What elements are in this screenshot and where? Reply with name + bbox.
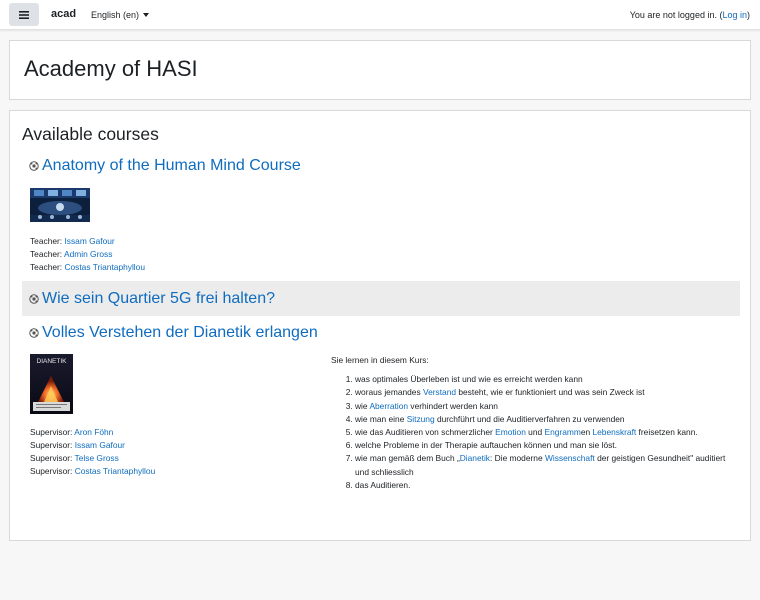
- summary-item: welche Probleme in der Therapie auftauch…: [355, 439, 731, 452]
- contact-row: Supervisor: Telse Gross: [30, 453, 119, 463]
- contact-link[interactable]: Costas Triantaphyllou: [64, 262, 145, 272]
- course-link[interactable]: Volles Verstehen der Dianetik erlangen: [42, 324, 318, 342]
- glossary-link[interactable]: Engramm: [545, 427, 581, 437]
- summary-intro: Sie lernen in diesem Kurs:: [331, 355, 429, 365]
- summary-item: wie das Auditieren von schmerzlicher Emo…: [355, 426, 731, 439]
- course-box: Anatomy of the Human Mind Course: [22, 150, 740, 182]
- course-image[interactable]: [30, 188, 90, 222]
- summary-text: und: [525, 427, 545, 438]
- glossary-link[interactable]: Emotion: [495, 427, 526, 437]
- summary-list: was optimales Überleben ist und wie es e…: [331, 373, 731, 492]
- section-heading: Available courses: [22, 124, 159, 144]
- hamburger-icon: [19, 10, 29, 19]
- contact-row: Supervisor: Issam Gafour: [30, 440, 125, 450]
- summary-text: verhindert werden kann: [408, 400, 498, 411]
- course-contacts: Supervisor: Aron Föhn Supervisor: Issam …: [30, 426, 155, 478]
- summary-text: woraus jemandes: [355, 387, 423, 398]
- summary-text: das Auditieren.: [355, 479, 411, 490]
- summary-item: woraus jemandes Verstand besteht, wie er…: [355, 386, 731, 399]
- summary-item: das Auditieren.: [355, 479, 731, 492]
- summary-text: wie das Auditieren von schmerzlicher: [355, 427, 496, 438]
- course-box: Wie sein Quartier 5G frei halten?: [22, 281, 740, 316]
- page-header: Academy of HASI: [9, 40, 751, 100]
- available-courses-region: Available courses Anatomy of the Human M…: [9, 110, 751, 541]
- contact-row: Teacher: Costas Triantaphyllou: [30, 262, 145, 272]
- glossary-link[interactable]: Lebenskraft: [592, 427, 636, 437]
- login-status-suffix: ): [747, 10, 750, 20]
- summary-text: durchführt und die Auditierverfahren zu …: [434, 413, 625, 424]
- site-brand[interactable]: acad: [51, 8, 76, 20]
- summary-text: was optimales Überleben ist und wie es e…: [355, 374, 583, 385]
- page-title: Academy of HASI: [24, 56, 198, 81]
- language-label: English (en): [91, 10, 140, 20]
- summary-item: was optimales Überleben ist und wie es e…: [355, 373, 731, 386]
- glossary-link[interactable]: Wissenschaft: [545, 453, 595, 463]
- glossary-link[interactable]: Sitzung: [407, 414, 435, 424]
- contact-link[interactable]: Issam Gafour: [75, 440, 125, 450]
- login-info: You are not logged in. (Log in): [630, 10, 750, 20]
- contact-link[interactable]: Issam Gafour: [64, 236, 114, 246]
- course-summary: Sie lernen in diesem Kurs: was optimales…: [331, 354, 731, 492]
- summary-text: welche Probleme in der Therapie auftauch…: [355, 440, 617, 451]
- drawer-toggle-button[interactable]: [9, 3, 39, 26]
- glossary-link[interactable]: Dianetik: [460, 453, 490, 463]
- login-status-text: You are not logged in. (: [629, 10, 723, 20]
- course-link[interactable]: Wie sein Quartier 5G frei halten?: [42, 290, 275, 308]
- contact-link[interactable]: Aron Föhn: [74, 427, 113, 437]
- summary-item: wie man gemäß dem Buch „Dianetik: Die mo…: [355, 452, 731, 478]
- contact-row: Supervisor: Aron Föhn: [30, 427, 114, 437]
- summary-item: wie man eine Sitzung durchführt und die …: [355, 413, 731, 426]
- summary-text: wie: [355, 400, 370, 411]
- summary-text: besteht, wie er funktioniert und was sei…: [456, 387, 645, 398]
- course-icon: [29, 328, 39, 338]
- summary-text: freisetzen kann.: [636, 427, 698, 438]
- glossary-link[interactable]: Verstand: [423, 387, 456, 397]
- summary-item: wie Aberration verhindert werden kann: [355, 400, 731, 413]
- contact-link[interactable]: Admin Gross: [64, 249, 112, 259]
- summary-text: wie man eine: [355, 413, 407, 424]
- chevron-down-icon: [143, 13, 150, 17]
- summary-text: : Die moderne: [490, 453, 545, 464]
- summary-text: en: [580, 427, 593, 438]
- course-icon: [29, 161, 39, 171]
- language-menu[interactable]: English (en): [91, 10, 150, 20]
- course-contacts: Teacher: Issam Gafour Teacher: Admin Gro…: [30, 235, 145, 274]
- contact-link[interactable]: Costas Triantaphyllou: [75, 466, 156, 476]
- glossary-link[interactable]: Aberration: [369, 401, 408, 411]
- summary-text: wie man gemäß dem Buch „: [355, 453, 460, 464]
- contact-row: Teacher: Issam Gafour: [30, 236, 115, 246]
- contact-link[interactable]: Telse Gross: [75, 453, 119, 463]
- course-icon: [29, 293, 39, 304]
- contact-row: Teacher: Admin Gross: [30, 249, 113, 259]
- course-link[interactable]: Anatomy of the Human Mind Course: [42, 157, 301, 175]
- top-navbar: acad English (en) You are not logged in.…: [0, 0, 760, 30]
- login-link[interactable]: Log in: [722, 10, 747, 20]
- course-image[interactable]: DIANETIK: [30, 354, 73, 414]
- course-box: Volles Verstehen der Dianetik erlangen: [22, 317, 740, 349]
- book-cover-title: DIANETIK: [37, 358, 68, 365]
- contact-row: Supervisor: Costas Triantaphyllou: [30, 466, 156, 476]
